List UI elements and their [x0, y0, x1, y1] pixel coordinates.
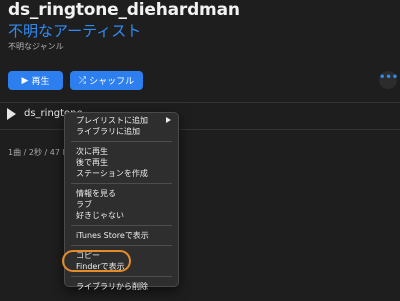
shuffle-icon: ⤮	[78, 75, 87, 86]
submenu-arrow-icon	[166, 117, 171, 123]
menu-item-love[interactable]: ラブ	[65, 199, 178, 210]
menu-item-show-in-itunes-store[interactable]: iTunes Storeで表示	[65, 230, 178, 241]
more-options-button[interactable]: •••	[379, 71, 398, 89]
album-title: ds_ringtone_diehardman	[8, 0, 240, 20]
menu-item-play-later[interactable]: 後で再生	[65, 157, 178, 168]
track-play-icon[interactable]	[7, 108, 16, 120]
menu-item-delete-from-library[interactable]: ライブラリから削除	[65, 281, 178, 292]
play-button-label: 再生	[31, 77, 50, 87]
artist-link[interactable]: 不明なアーティスト	[8, 20, 141, 41]
play-icon: ▶	[21, 75, 29, 86]
menu-separator	[71, 183, 172, 184]
menu-item-create-station[interactable]: ステーションを作成	[65, 168, 178, 179]
highlight-annotation	[62, 250, 131, 272]
shuffle-button-label: シャッフル	[89, 77, 135, 87]
menu-item-dislike[interactable]: 好きじゃない	[65, 210, 178, 221]
shuffle-button[interactable]: ⤮ シャッフル	[70, 71, 143, 90]
divider	[0, 129, 400, 130]
menu-item-add-to-library[interactable]: ライブラリに追加	[65, 126, 178, 137]
menu-item-add-to-playlist[interactable]: プレイリストに追加	[65, 115, 178, 126]
menu-item-play-next[interactable]: 次に再生	[65, 146, 178, 157]
menu-item-label: プレイリストに追加	[76, 116, 148, 125]
menu-separator	[71, 245, 172, 246]
menu-separator	[71, 276, 172, 277]
menu-item-get-info[interactable]: 情報を見る	[65, 188, 178, 199]
play-button[interactable]: ▶ 再生	[8, 71, 63, 90]
menu-separator	[71, 141, 172, 142]
divider	[0, 102, 400, 103]
genre-label: 不明なジャンル	[8, 42, 64, 51]
menu-separator	[71, 225, 172, 226]
track-info: 1曲 / 2秒 / 47 KB	[8, 148, 68, 157]
